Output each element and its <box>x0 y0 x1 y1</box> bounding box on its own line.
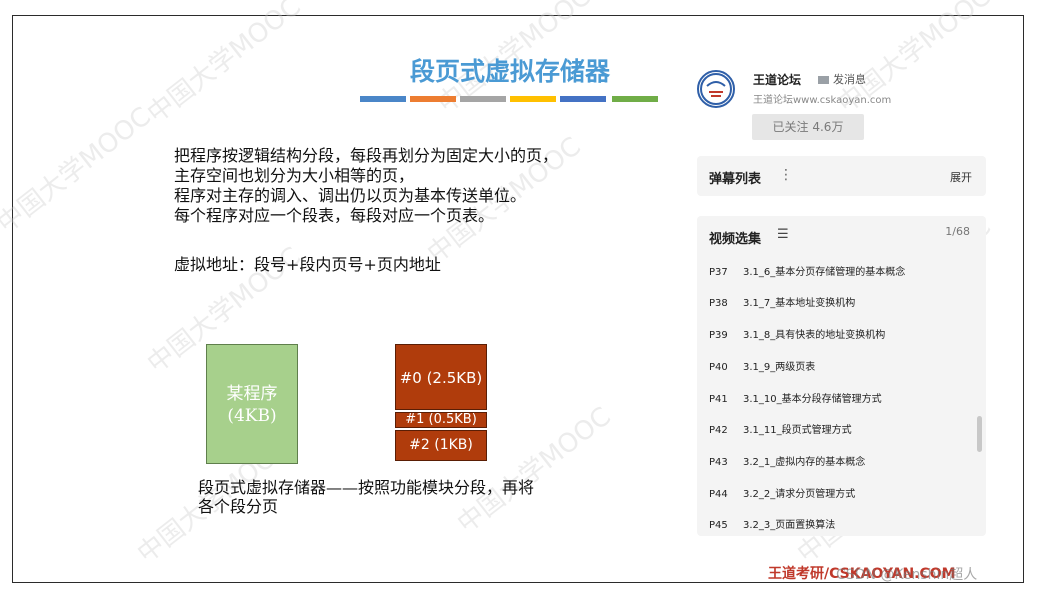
program-box: 某程序 (4KB) <box>206 344 298 464</box>
episode-code: P39 <box>709 330 728 341</box>
segment-0: #0 (2.5KB) <box>395 344 487 410</box>
episode-code: P45 <box>709 520 728 531</box>
episode-title: 3.1_8_具有快表的地址变换机构 <box>743 330 886 341</box>
send-message-label: 发消息 <box>833 73 866 86</box>
episode-code: P43 <box>709 457 728 468</box>
channel-url: 王道论坛www.cskaoyan.com <box>753 95 892 106</box>
episode-title: 3.1_9_两级页表 <box>743 362 816 373</box>
color-bar <box>612 96 658 102</box>
episode-title: 3.2_2_请求分页管理方式 <box>743 489 856 500</box>
episode-item[interactable]: P40 3.1_9_两级页表 <box>709 358 815 373</box>
body-line: 把程序按逻辑结构分段，每段再划分为固定大小的页， <box>174 146 559 165</box>
color-bar <box>460 96 506 102</box>
envelope-icon <box>818 76 829 84</box>
episode-item[interactable]: P44 3.2_2_请求分页管理方式 <box>709 485 855 500</box>
expand-button[interactable]: 展开 <box>950 169 972 185</box>
episode-code: P37 <box>709 267 728 278</box>
segment-1: #1 (0.5KB) <box>395 412 487 428</box>
episode-code: P44 <box>709 489 728 500</box>
program-box-size: (4KB) <box>227 406 277 426</box>
danmaku-list-bar[interactable]: 弹幕列表 ⋮ 展开 <box>697 156 986 196</box>
episode-item[interactable]: P37 3.1_6_基本分页存储管理的基本概念 <box>709 263 905 278</box>
episode-title: 3.2_1_虚拟内存的基本概念 <box>743 457 866 468</box>
episode-item[interactable]: P38 3.1_7_基本地址变换机构 <box>709 294 855 309</box>
episode-title: 3.1_11_段页式管理方式 <box>743 425 852 436</box>
slide-title: 段页式虚拟存储器 <box>409 57 610 86</box>
csdn-watermark: CSDN @Kenshin超人 <box>836 567 978 583</box>
episode-code: P40 <box>709 362 728 373</box>
video-list-scrollbar[interactable] <box>977 416 982 452</box>
episode-item[interactable]: P43 3.2_1_虚拟内存的基本概念 <box>709 453 865 468</box>
body-line: 程序对主存的调入、调出仍以页为基本传送单位。 <box>174 186 527 205</box>
diagram-caption: 段页式虚拟存储器——按照功能模块分段，再将各个段分页 <box>198 478 535 516</box>
episode-item[interactable]: P42 3.1_11_段页式管理方式 <box>709 421 852 436</box>
episode-title: 3.2_3_页面置换算法 <box>743 520 836 531</box>
body-line: 主存空间也划分为大小相等的页， <box>174 166 415 185</box>
color-bar <box>410 96 456 102</box>
episode-title: 3.1_10_基本分段存储管理方式 <box>743 394 882 405</box>
follow-button[interactable]: 已关注 4.6万 <box>752 114 864 140</box>
color-bar <box>560 96 606 102</box>
body-text: 把程序按逻辑结构分段，每段再划分为固定大小的页， 主存空间也划分为大小相等的页，… <box>174 146 558 226</box>
channel-logo-icon <box>700 73 732 105</box>
segment-2: #2 (1KB) <box>395 430 487 461</box>
episode-code: P42 <box>709 425 728 436</box>
episode-title: 3.1_6_基本分页存储管理的基本概念 <box>743 267 906 278</box>
episode-item[interactable]: P45 3.2_3_页面置换算法 <box>709 516 835 531</box>
episode-item[interactable]: P39 3.1_8_具有快表的地址变换机构 <box>709 326 885 341</box>
episode-code: P41 <box>709 394 728 405</box>
color-bar <box>510 96 556 102</box>
channel-name[interactable]: 王道论坛 <box>753 71 801 88</box>
episode-code: P38 <box>709 298 728 309</box>
video-list-panel: 视频选集 ☰ 1/68 P37 3.1_6_基本分页存储管理的基本概念 P38 3.… <box>697 216 986 536</box>
send-message-button[interactable]: 发消息 <box>818 71 866 87</box>
more-options-icon[interactable]: ⋮ <box>779 167 793 183</box>
color-bar <box>360 96 406 102</box>
list-icon[interactable]: ☰ <box>777 227 789 242</box>
episode-title: 3.1_7_基本地址变换机构 <box>743 298 856 309</box>
danmaku-title: 弹幕列表 <box>709 172 762 187</box>
virtual-address-text: 虚拟地址：段号+段内页号+页内地址 <box>174 255 441 274</box>
program-box-label: 某程序 <box>226 384 278 404</box>
channel-avatar[interactable] <box>697 70 735 108</box>
episode-item[interactable]: P41 3.1_10_基本分段存储管理方式 <box>709 390 882 405</box>
video-count: 1/68 <box>945 225 970 238</box>
video-list-title: 视频选集 <box>709 232 762 247</box>
body-line: 每个程序对应一个段表，每段对应一个页表。 <box>174 206 495 225</box>
